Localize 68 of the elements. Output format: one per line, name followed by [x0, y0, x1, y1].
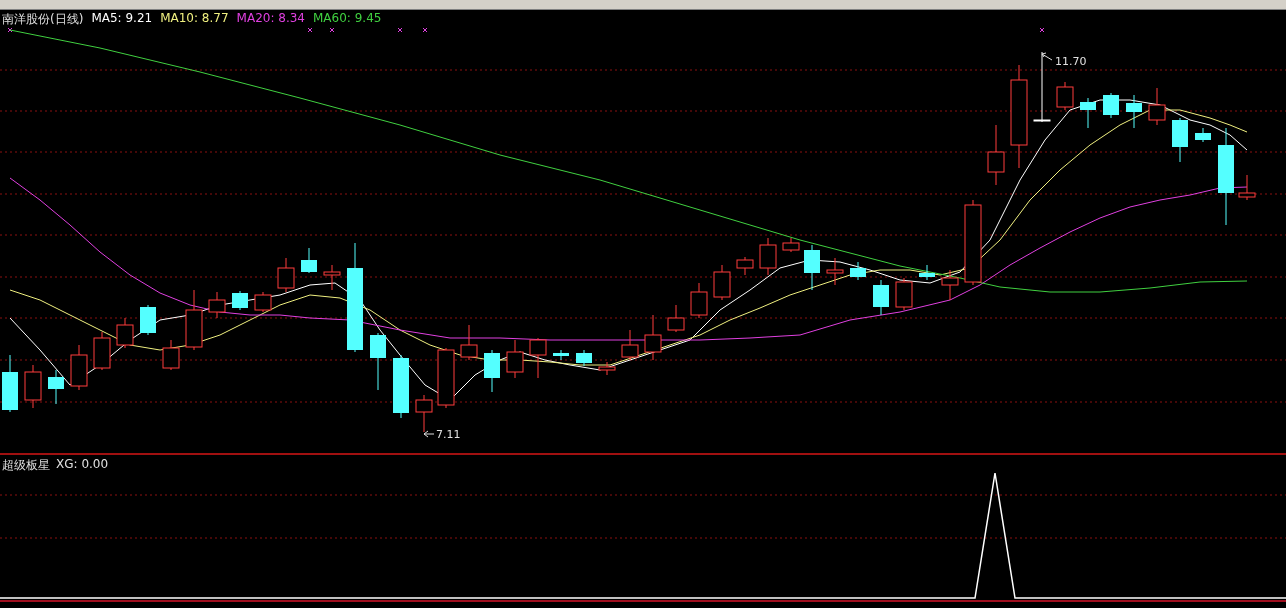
arrow-icon	[423, 430, 435, 438]
candlestick	[370, 332, 386, 391]
candlestick	[1033, 51, 1051, 123]
indicator-value: XG: 0.00	[56, 457, 109, 473]
candlestick	[1080, 97, 1096, 129]
candlestick	[759, 237, 777, 276]
candlestick	[208, 291, 226, 319]
candlestick	[1238, 174, 1256, 201]
candlestick	[185, 289, 203, 351]
candlestick	[254, 291, 272, 313]
stock-title: 南洋股份(日线)	[2, 11, 84, 28]
candlestick	[529, 337, 547, 379]
candlestick	[48, 369, 64, 405]
candlestick	[277, 257, 295, 293]
candlestick	[713, 264, 731, 301]
ma-value: MA5: 9.21	[91, 11, 153, 27]
candlestick	[1172, 117, 1188, 163]
indicator-name: 超级板星	[2, 457, 50, 474]
candlestick	[553, 349, 569, 361]
candlestick	[70, 344, 88, 391]
candlestick	[598, 361, 616, 376]
candlestick	[826, 257, 844, 286]
candlestick	[232, 290, 248, 311]
candlestick	[140, 304, 156, 336]
candlestick	[941, 269, 959, 301]
candlestick	[873, 279, 889, 316]
candlestick	[415, 394, 433, 433]
candlestick	[116, 317, 134, 349]
candlestick	[736, 256, 754, 276]
candlestick	[484, 349, 500, 393]
price-label: 11.70	[1055, 55, 1087, 68]
candlestick	[621, 329, 639, 361]
candlestick	[1148, 87, 1166, 126]
ma-value: MA10: 8.77	[160, 11, 229, 27]
ma-value: MA20: 8.34	[236, 11, 305, 27]
candlestick	[667, 304, 685, 333]
candlestick	[506, 339, 524, 379]
arrow-icon	[1041, 52, 1053, 61]
candlestick	[2, 354, 18, 413]
ma-value: MA60: 9.45	[313, 11, 382, 27]
candlestick	[576, 349, 592, 367]
candlestick	[1103, 92, 1119, 119]
candlestick	[1195, 127, 1211, 143]
candlestick	[690, 282, 708, 319]
candlestick	[301, 247, 317, 274]
candlestick	[323, 264, 341, 291]
candlestick	[919, 264, 935, 281]
price-label: 7.11	[436, 428, 461, 441]
candlestick	[1056, 81, 1074, 111]
candlestick	[895, 277, 913, 311]
candlestick	[437, 347, 455, 409]
candlestick	[393, 354, 409, 419]
x-mark-icon	[397, 27, 403, 33]
candlestick	[162, 339, 180, 371]
candlestick	[804, 244, 820, 291]
x-mark-icon	[307, 27, 313, 33]
x-mark-icon	[1039, 27, 1045, 33]
x-mark-icon	[7, 27, 13, 33]
candlestick	[460, 324, 478, 361]
x-mark-icon	[422, 27, 428, 33]
x-mark-icon	[329, 27, 335, 33]
candlestick	[1126, 94, 1142, 129]
candlestick	[93, 331, 111, 371]
candlestick	[24, 364, 42, 409]
candlestick	[850, 261, 866, 281]
candlestick	[644, 314, 662, 361]
candlestick	[987, 124, 1005, 186]
candlestick	[782, 237, 800, 253]
